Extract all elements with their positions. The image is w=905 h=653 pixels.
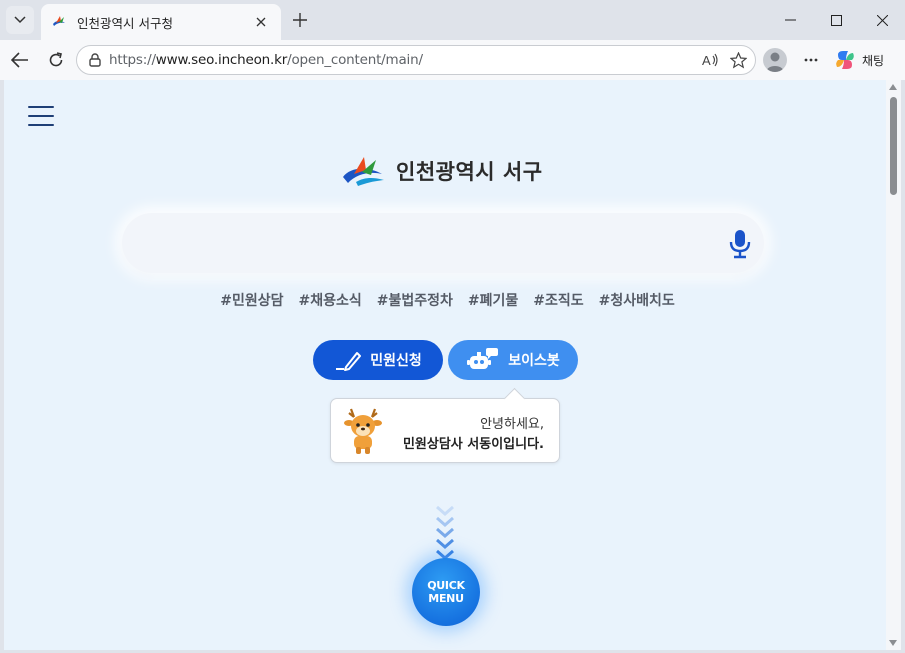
back-button[interactable]	[8, 48, 32, 72]
hashtag-link[interactable]: #채용소식	[298, 290, 361, 310]
hashtag-link[interactable]: #조직도	[533, 290, 583, 310]
tab-title: 인천광역시 서구청	[77, 15, 173, 31]
svg-text:A: A	[702, 53, 711, 68]
chevron-down-icon	[14, 16, 26, 24]
browser-tab[interactable]: 인천광역시 서구청	[41, 4, 281, 40]
logo-text: 인천광역시 서구	[396, 160, 543, 184]
chevron-down-stack-icon	[436, 505, 454, 560]
voice-bot-label: 보이스봇	[508, 353, 560, 369]
close-icon	[876, 14, 888, 26]
hashtag-link[interactable]: #청사배치도	[599, 290, 675, 310]
close-tab-icon[interactable]	[251, 12, 271, 32]
lock-icon	[89, 53, 101, 67]
maximize-button[interactable]	[824, 8, 848, 32]
scrollbar-thumb[interactable]	[890, 97, 897, 195]
search-input[interactable]	[146, 227, 706, 259]
more-options-button[interactable]	[799, 48, 823, 72]
favorite-star-icon[interactable]	[728, 50, 748, 70]
person-icon	[766, 52, 784, 72]
tab-strip: 인천광역시 서구청	[0, 0, 905, 40]
chat-label: 채팅	[862, 53, 885, 68]
copilot-chat-button[interactable]: 채팅	[834, 46, 884, 74]
quick-menu-line2: MENU	[428, 592, 464, 605]
civil-request-label: 민원신청	[370, 353, 422, 369]
hashtag-link[interactable]: #민원상담	[220, 290, 283, 310]
refresh-button[interactable]	[44, 48, 68, 72]
civil-request-button[interactable]: 민원신청	[313, 340, 443, 380]
hashtag-link[interactable]: #불법주정차	[377, 290, 453, 310]
scroll-up-arrow-icon[interactable]	[889, 84, 897, 90]
refresh-icon	[49, 52, 63, 67]
new-tab-button[interactable]	[290, 10, 310, 30]
address-bar[interactable]: https://www.seo.incheon.kr/open_content/…	[76, 45, 756, 75]
vertical-scrollbar[interactable]	[886, 80, 901, 650]
bubble-intro: 민원상담사 서동이입니다.	[402, 437, 544, 452]
copilot-icon	[836, 51, 854, 69]
more-horizontal-icon	[804, 58, 818, 62]
quick-menu-line1: QUICK	[427, 579, 465, 592]
microphone-icon[interactable]	[728, 229, 752, 259]
site-logo[interactable]: 인천광역시 서구	[342, 153, 543, 189]
bubble-greeting: 안녕하세요,	[480, 417, 544, 432]
chatbot-speech-bubble[interactable]: 안녕하세요, 민원상담사 서동이입니다.	[330, 398, 560, 463]
profile-avatar[interactable]	[763, 48, 787, 72]
page-viewport: 인천광역시 서구 #민원상담 #채용소식 #불법주정차 #폐기물 #조직도 #청…	[4, 80, 886, 650]
minimize-icon	[784, 19, 796, 21]
quick-menu-button[interactable]: QUICK MENU	[412, 558, 480, 626]
seo-gu-logo-icon	[53, 16, 65, 26]
pencil-icon	[336, 352, 362, 371]
seo-gu-emblem-icon	[343, 157, 384, 186]
search-box	[122, 213, 764, 273]
hamburger-menu-icon[interactable]	[28, 106, 54, 126]
deer-mascot-icon	[344, 408, 382, 454]
arrow-left-icon	[11, 52, 28, 68]
url-text: https://www.seo.incheon.kr/open_content/…	[109, 52, 423, 68]
minimize-button[interactable]	[778, 8, 802, 32]
robot-icon	[467, 348, 499, 369]
maximize-icon	[830, 14, 842, 26]
plus-icon	[293, 13, 307, 27]
voice-bot-button[interactable]: 보이스봇	[448, 340, 578, 380]
hashtag-link[interactable]: #폐기물	[468, 290, 518, 310]
scroll-down-arrow-icon[interactable]	[889, 640, 897, 646]
read-aloud-icon[interactable]: A	[701, 50, 721, 70]
hashtag-list: #민원상담 #채용소식 #불법주정차 #폐기물 #조직도 #청사배치도	[4, 290, 886, 310]
tab-search-button[interactable]	[6, 6, 34, 34]
close-window-button[interactable]	[870, 8, 894, 32]
browser-toolbar: https://www.seo.incheon.kr/open_content/…	[0, 40, 905, 80]
